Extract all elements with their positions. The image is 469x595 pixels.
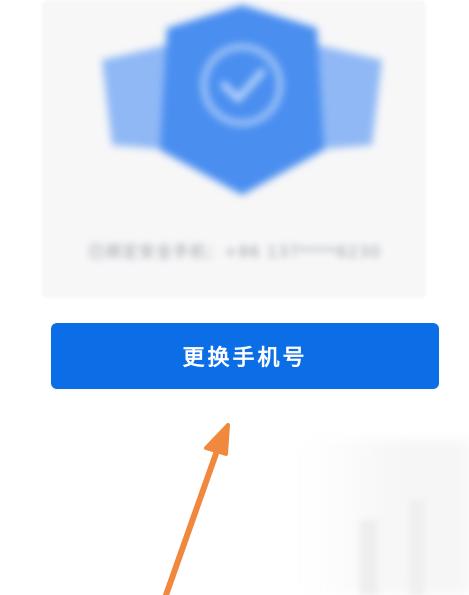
change-phone-button[interactable]: 更换手机号: [51, 323, 439, 389]
background-shade: [300, 440, 469, 595]
background-bar: [410, 500, 424, 595]
bound-phone-text: 已绑定安全手机：+86 137****6230: [87, 242, 382, 261]
change-phone-page: 已绑定安全手机：+86 137****6230 更换手机号: [0, 0, 469, 595]
background-bar: [360, 520, 378, 595]
shield-check-icon: [92, 0, 392, 200]
